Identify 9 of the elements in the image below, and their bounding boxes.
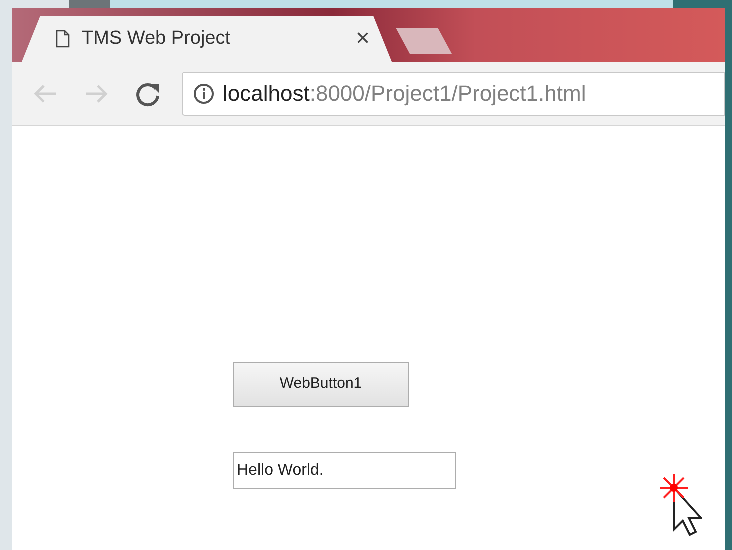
web-button[interactable]: WebButton1	[233, 362, 409, 407]
close-button[interactable]: ×	[356, 27, 370, 51]
address-bar[interactable]: localhost:8000/Project1/Project1.html	[182, 72, 725, 116]
info-icon[interactable]	[193, 82, 215, 104]
page-icon	[56, 30, 70, 48]
tab-title: TMS Web Project	[82, 26, 232, 51]
browser-tab[interactable]: TMS Web Project ×	[22, 16, 392, 62]
text-field[interactable]: Hello World.	[233, 452, 456, 489]
url-text: localhost:8000/Project1/Project1.html	[223, 80, 586, 108]
